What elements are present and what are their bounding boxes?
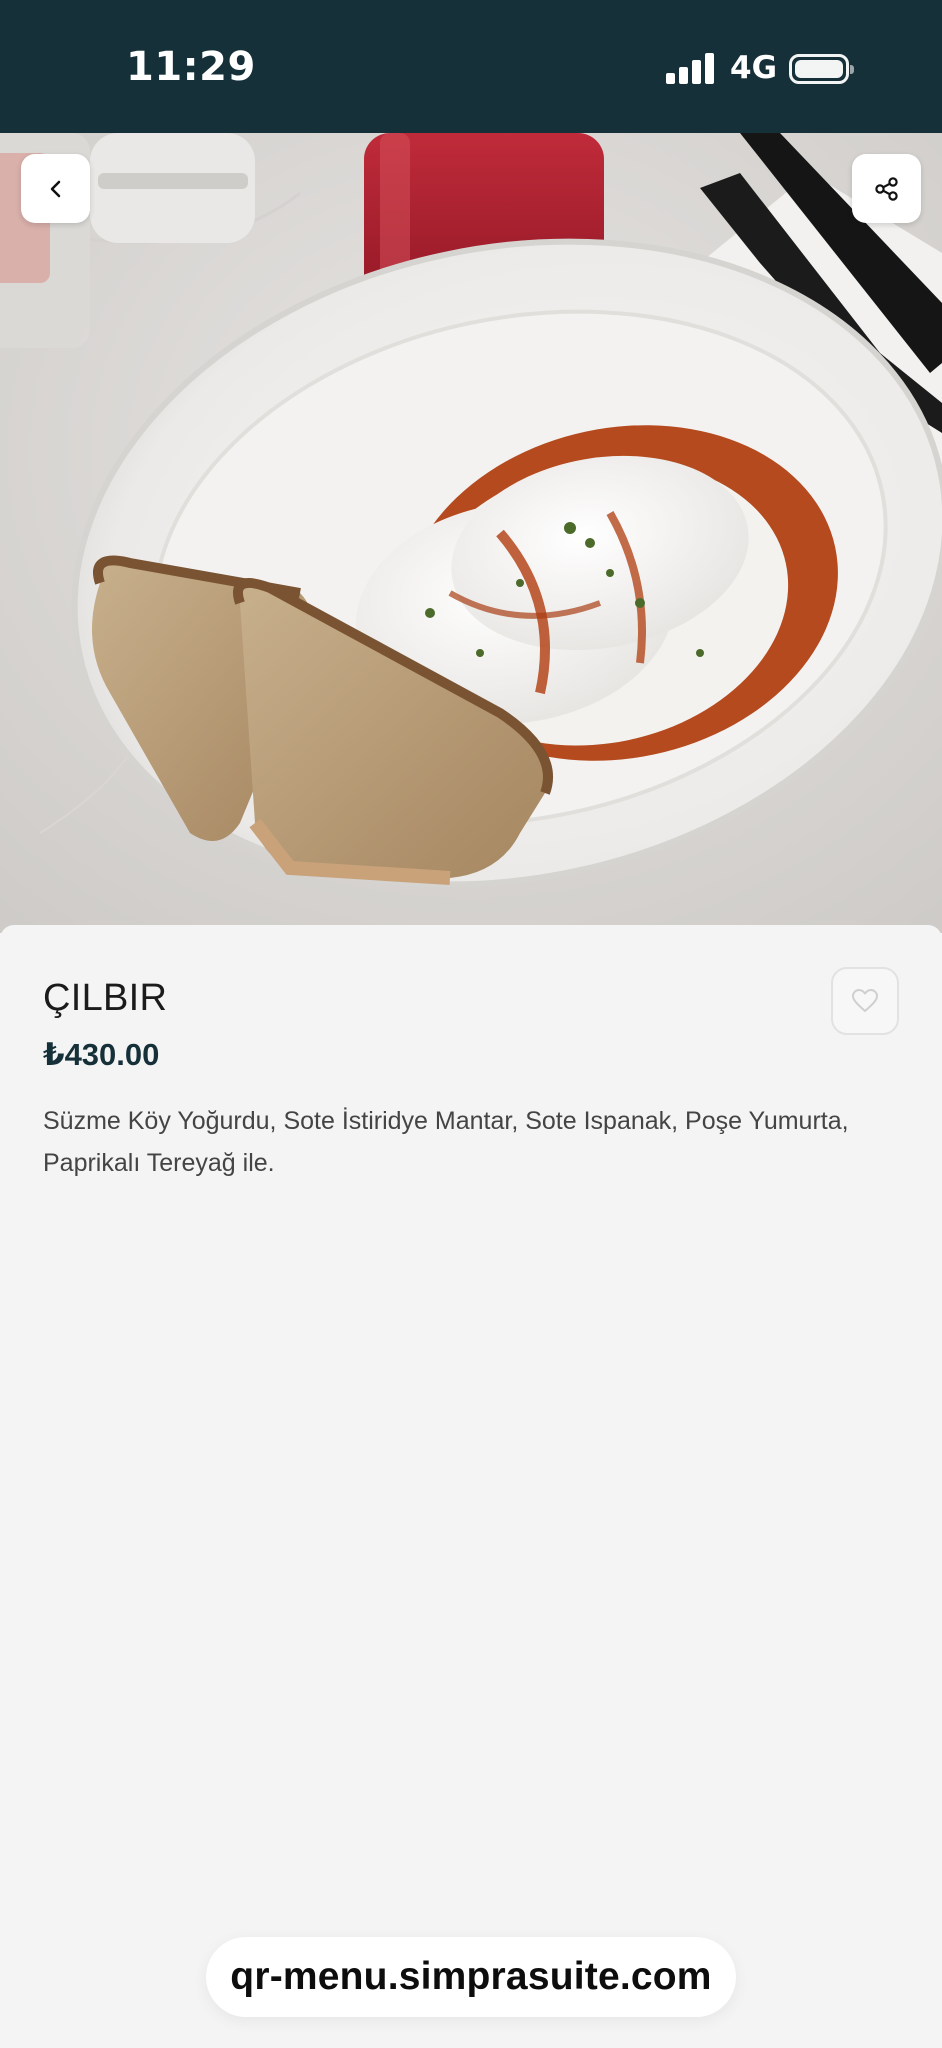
favorite-button[interactable] bbox=[831, 967, 899, 1035]
share-icon bbox=[874, 176, 898, 201]
product-description: Süzme Köy Yoğurdu, Sote İstiridye Mantar… bbox=[43, 1107, 849, 1177]
signal-bars-icon bbox=[666, 52, 716, 84]
status-time: 11:29 bbox=[126, 44, 256, 90]
chevron-left-icon bbox=[50, 180, 60, 197]
battery-icon bbox=[789, 54, 854, 84]
food-photo bbox=[0, 133, 942, 933]
url-bar[interactable]: qr-menu.simprasuite.com bbox=[206, 1937, 736, 2017]
heart-icon bbox=[852, 989, 878, 1012]
share-button[interactable] bbox=[852, 154, 921, 223]
back-button[interactable] bbox=[21, 154, 90, 223]
product-price: ₺430.00 bbox=[43, 1037, 160, 1072]
product-title: ÇILBIR bbox=[43, 977, 168, 1019]
status-bar: 11:29 4G bbox=[0, 0, 942, 133]
network-type: 4G bbox=[730, 50, 778, 86]
product-photo bbox=[0, 133, 942, 933]
url-text: qr-menu.simprasuite.com bbox=[230, 1955, 712, 1998]
product-detail-card: ÇILBIR ₺430.00 Süzme Köy Yoğurdu, Sote İ… bbox=[0, 925, 942, 2048]
screen: 11:29 4G ÇILBIR ₺430.00 Süzme Köy Yoğurd… bbox=[0, 0, 942, 2048]
